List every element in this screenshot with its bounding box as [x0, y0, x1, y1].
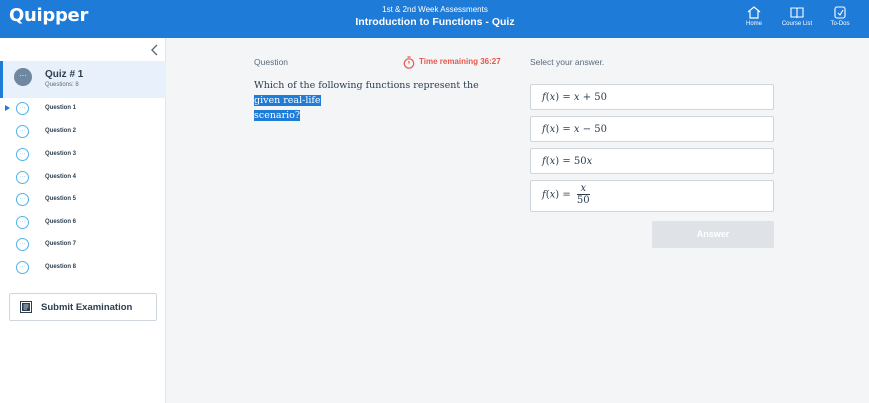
nav-course-list-label: Course List — [781, 21, 813, 27]
home-icon — [747, 6, 761, 19]
question-item-5[interactable]: ··· Question 5 — [0, 190, 166, 210]
assessment-title: 1st & 2nd Week Assessments Introduction … — [300, 4, 570, 29]
answer-button[interactable]: Answer — [652, 221, 774, 248]
nav-todos[interactable]: To-Dos — [820, 6, 860, 27]
nav-home-label: Home — [745, 21, 762, 27]
current-question-arrow-icon — [5, 105, 10, 111]
question-text-plain: Which of the following functions represe… — [254, 80, 479, 91]
sidebar: ··· Quiz # 1 Questions: 8 ··· Question 1… — [0, 38, 166, 403]
answer-option-3[interactable]: f(x) = 50x — [530, 148, 774, 174]
option-expression: f(x) = x − 50 — [542, 124, 608, 135]
question-text-highlight: given real-life — [254, 95, 321, 106]
question-item-1[interactable]: ··· Question 1 — [0, 99, 166, 119]
question-status-icon: ··· — [16, 193, 29, 206]
stopwatch-icon — [403, 56, 415, 69]
quiz-status-icon: ··· — [14, 68, 32, 86]
question-status-icon: ··· — [16, 216, 29, 229]
question-status-icon: ··· — [16, 148, 29, 161]
answer-option-2[interactable]: f(x) = x − 50 — [530, 116, 774, 142]
fraction: x 50 — [576, 183, 590, 206]
answer-option-1[interactable]: f(x) = x + 50 — [530, 84, 774, 110]
question-label: Question 1 — [45, 105, 77, 111]
question-label: Question 2 — [45, 128, 77, 134]
question-label: Question 3 — [45, 151, 77, 157]
question-text-highlight-2: scenario? — [254, 110, 300, 121]
question-label: Question 8 — [45, 264, 77, 270]
question-item-3[interactable]: ··· Question 3 — [0, 145, 166, 165]
todo-icon — [834, 6, 846, 19]
quiz-header[interactable]: ··· Quiz # 1 Questions: 8 — [0, 61, 166, 98]
question-status-icon: ··· — [16, 261, 29, 274]
nav-home[interactable]: Home — [734, 6, 774, 27]
question-item-4[interactable]: ··· Question 4 — [0, 168, 166, 188]
question-label: Question 5 — [45, 196, 77, 202]
submit-examination-label: Submit Examination — [41, 302, 133, 313]
option-expression: f(x) = x 50 — [542, 183, 590, 206]
question-item-2[interactable]: ··· Question 2 — [0, 122, 166, 142]
quipper-logo[interactable]: Quipper — [9, 5, 88, 26]
chevron-left-icon[interactable] — [149, 44, 161, 56]
option-expression: f(x) = x + 50 — [542, 92, 608, 103]
option-expression: f(x) = 50x — [542, 156, 593, 167]
question-label: Question 6 — [45, 219, 77, 225]
question-status-icon: ··· — [16, 238, 29, 251]
select-answer-heading: Select your answer. — [530, 57, 605, 67]
question-item-8[interactable]: ··· Question 8 — [0, 258, 166, 278]
submit-examination-button[interactable]: Submit Examination — [9, 293, 157, 321]
question-text: Which of the following functions represe… — [254, 78, 504, 123]
time-remaining-label: Time remaining 36:27 — [419, 57, 501, 66]
assessment-subtitle: 1st & 2nd Week Assessments — [382, 5, 488, 14]
answer-option-4[interactable]: f(x) = x 50 — [530, 180, 774, 212]
question-label: Question 7 — [45, 241, 77, 247]
nav-todos-label: To-Dos — [830, 21, 850, 27]
question-status-icon: ··· — [16, 125, 29, 138]
question-heading: Question — [254, 57, 289, 67]
quiz-name: Quiz # 1 — [45, 69, 84, 80]
nav-course-list[interactable]: Course List — [777, 6, 817, 27]
question-status-icon: ··· — [16, 102, 29, 115]
question-item-7[interactable]: ··· Question 7 — [0, 235, 166, 255]
course-list-icon — [790, 7, 804, 19]
top-bar: Quipper 1st & 2nd Week Assessments Intro… — [0, 0, 869, 38]
quiz-title: Introduction to Functions - Quiz — [355, 16, 515, 28]
question-label: Question 4 — [45, 174, 77, 180]
question-status-icon: ··· — [16, 171, 29, 184]
question-item-6[interactable]: ··· Question 6 — [0, 213, 166, 233]
question-count: Questions: 8 — [45, 82, 79, 88]
exam-paper-icon — [20, 301, 32, 313]
time-remaining: Time remaining 36:27 — [403, 56, 503, 70]
